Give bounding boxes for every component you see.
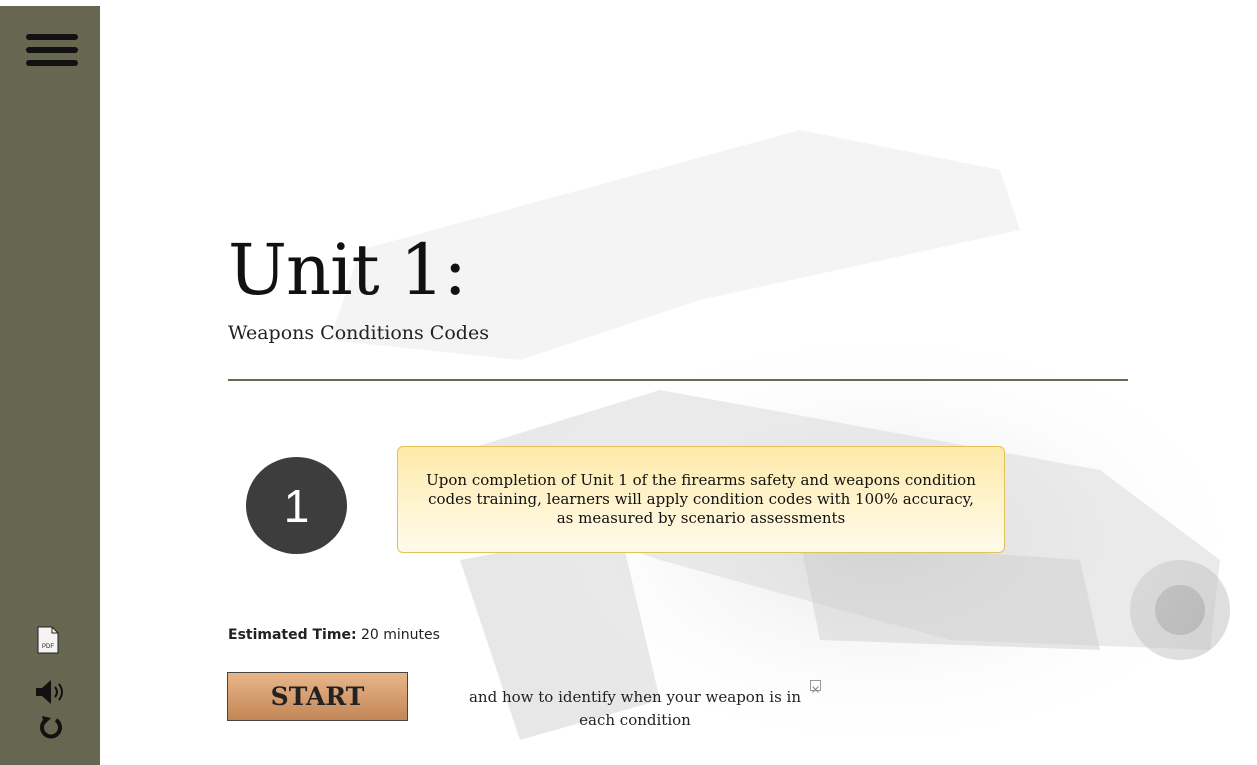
start-button[interactable]: START — [227, 672, 408, 721]
objective-box: Upon completion of Unit 1 of the firearm… — [397, 446, 1005, 553]
objective-text: Upon completion of Unit 1 of the firearm… — [426, 471, 976, 527]
estimated-time: Estimated Time: 20 minutes — [228, 627, 440, 643]
objective-number-badge: 1 — [246, 457, 347, 554]
speaker-volume-icon[interactable] — [34, 678, 72, 706]
divider — [228, 379, 1128, 381]
estimated-time-value: 20 minutes — [361, 627, 440, 643]
close-icon[interactable] — [810, 680, 821, 693]
pdf-label: PDF — [42, 644, 54, 650]
restart-icon[interactable] — [38, 715, 64, 741]
unit-title: Unit 1: — [228, 229, 467, 311]
hamburger-menu-icon[interactable] — [26, 34, 78, 74]
sidebar: PDF — [0, 6, 100, 765]
pdf-document-icon[interactable]: PDF — [37, 626, 59, 654]
estimated-time-label: Estimated Time: — [228, 627, 357, 643]
unit-subtitle: Weapons Conditions Codes — [228, 322, 489, 344]
background-pistol-image — [100, 0, 1257, 765]
caption-text: and how to identify when your weapon is … — [468, 688, 801, 729]
